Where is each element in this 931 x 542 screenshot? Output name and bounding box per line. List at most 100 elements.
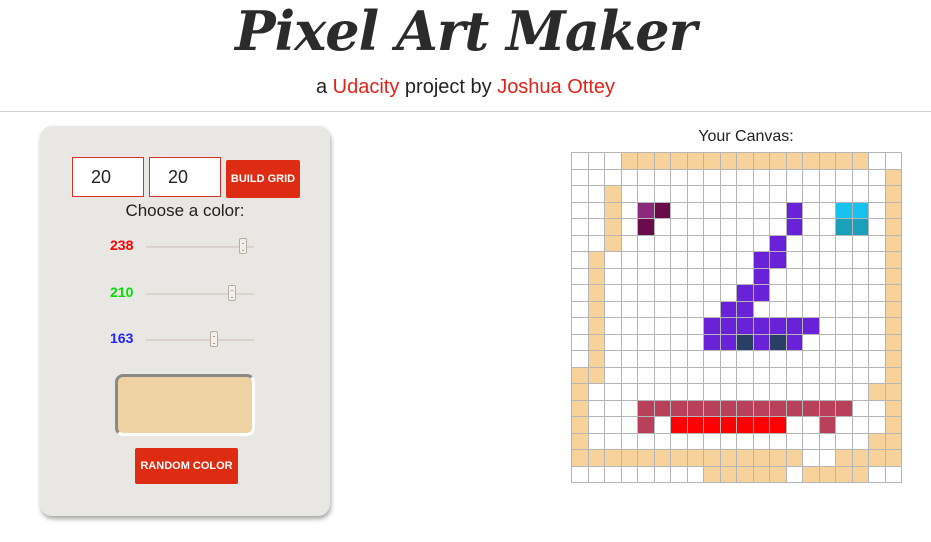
canvas-cell[interactable] [736, 317, 754, 335]
canvas-cell[interactable] [851, 168, 869, 186]
canvas-cell[interactable] [752, 185, 770, 203]
canvas-cell[interactable] [769, 284, 787, 302]
canvas-cell[interactable] [620, 185, 638, 203]
canvas-cell[interactable] [637, 284, 655, 302]
canvas-cell[interactable] [703, 317, 721, 335]
green-slider-thumb[interactable] [228, 285, 236, 301]
canvas-cell[interactable] [620, 432, 638, 450]
canvas-cell[interactable] [868, 399, 886, 417]
canvas-cell[interactable] [686, 201, 704, 219]
canvas-cell[interactable] [637, 449, 655, 467]
canvas-cell[interactable] [571, 251, 589, 269]
canvas-cell[interactable] [835, 185, 853, 203]
canvas-cell[interactable] [703, 449, 721, 467]
canvas-cell[interactable] [587, 201, 605, 219]
canvas-cell[interactable] [719, 449, 737, 467]
canvas-cell[interactable] [851, 251, 869, 269]
udacity-link[interactable]: Udacity [333, 76, 400, 98]
canvas-cell[interactable] [851, 333, 869, 351]
canvas-cell[interactable] [736, 366, 754, 384]
canvas-cell[interactable] [587, 399, 605, 417]
canvas-cell[interactable] [752, 168, 770, 186]
canvas-cell[interactable] [703, 399, 721, 417]
canvas-cell[interactable] [637, 416, 655, 434]
canvas-cell[interactable] [835, 234, 853, 252]
canvas-cell[interactable] [818, 432, 836, 450]
canvas-cell[interactable] [703, 201, 721, 219]
canvas-cell[interactable] [686, 251, 704, 269]
canvas-cell[interactable] [785, 267, 803, 285]
canvas-cell[interactable] [670, 300, 688, 318]
grid-width-input[interactable] [149, 157, 221, 197]
canvas-cell[interactable] [802, 465, 820, 483]
canvas-cell[interactable] [752, 300, 770, 318]
canvas-cell[interactable] [686, 168, 704, 186]
canvas-cell[interactable] [637, 251, 655, 269]
canvas-cell[interactable] [802, 383, 820, 401]
canvas-cell[interactable] [818, 300, 836, 318]
canvas-cell[interactable] [851, 465, 869, 483]
canvas-cell[interactable] [736, 201, 754, 219]
blue-slider[interactable] [146, 331, 254, 347]
canvas-cell[interactable] [571, 416, 589, 434]
canvas-cell[interactable] [851, 449, 869, 467]
canvas-cell[interactable] [785, 383, 803, 401]
canvas-cell[interactable] [637, 218, 655, 236]
canvas-cell[interactable] [703, 383, 721, 401]
canvas-cell[interactable] [670, 399, 688, 417]
canvas-cell[interactable] [835, 383, 853, 401]
canvas-cell[interactable] [785, 317, 803, 335]
canvas-cell[interactable] [686, 366, 704, 384]
canvas-cell[interactable] [802, 251, 820, 269]
canvas-cell[interactable] [653, 218, 671, 236]
canvas-cell[interactable] [868, 317, 886, 335]
canvas-cell[interactable] [785, 201, 803, 219]
canvas-cell[interactable] [736, 267, 754, 285]
canvas-cell[interactable] [587, 383, 605, 401]
canvas-cell[interactable] [587, 185, 605, 203]
canvas-cell[interactable] [752, 218, 770, 236]
canvas-cell[interactable] [752, 152, 770, 170]
canvas-cell[interactable] [653, 201, 671, 219]
canvas-cell[interactable] [868, 185, 886, 203]
canvas-cell[interactable] [752, 383, 770, 401]
canvas-cell[interactable] [703, 218, 721, 236]
canvas-cell[interactable] [620, 317, 638, 335]
canvas-cell[interactable] [752, 251, 770, 269]
canvas-cell[interactable] [835, 300, 853, 318]
canvas-cell[interactable] [818, 416, 836, 434]
canvas-cell[interactable] [736, 284, 754, 302]
canvas-cell[interactable] [835, 416, 853, 434]
canvas-cell[interactable] [736, 432, 754, 450]
canvas-cell[interactable] [703, 251, 721, 269]
canvas-cell[interactable] [620, 333, 638, 351]
red-slider-thumb[interactable] [239, 238, 247, 254]
canvas-cell[interactable] [752, 350, 770, 368]
canvas-cell[interactable] [802, 366, 820, 384]
blue-slider-thumb[interactable] [210, 331, 218, 347]
canvas-cell[interactable] [620, 218, 638, 236]
canvas-cell[interactable] [719, 218, 737, 236]
canvas-cell[interactable] [818, 350, 836, 368]
canvas-cell[interactable] [637, 185, 655, 203]
canvas-cell[interactable] [769, 333, 787, 351]
canvas-cell[interactable] [769, 350, 787, 368]
canvas-cell[interactable] [703, 350, 721, 368]
canvas-cell[interactable] [736, 399, 754, 417]
canvas-cell[interactable] [686, 300, 704, 318]
canvas-cell[interactable] [884, 383, 902, 401]
canvas-cell[interactable] [653, 432, 671, 450]
canvas-cell[interactable] [604, 366, 622, 384]
canvas-cell[interactable] [571, 449, 589, 467]
canvas-cell[interactable] [785, 284, 803, 302]
canvas-cell[interactable] [835, 366, 853, 384]
canvas-cell[interactable] [571, 267, 589, 285]
canvas-cell[interactable] [802, 218, 820, 236]
canvas-cell[interactable] [785, 449, 803, 467]
canvas-cell[interactable] [802, 350, 820, 368]
canvas-cell[interactable] [884, 366, 902, 384]
build-grid-button[interactable]: BUILD GRID [226, 160, 300, 198]
canvas-cell[interactable] [785, 366, 803, 384]
canvas-cell[interactable] [686, 218, 704, 236]
canvas-cell[interactable] [752, 432, 770, 450]
